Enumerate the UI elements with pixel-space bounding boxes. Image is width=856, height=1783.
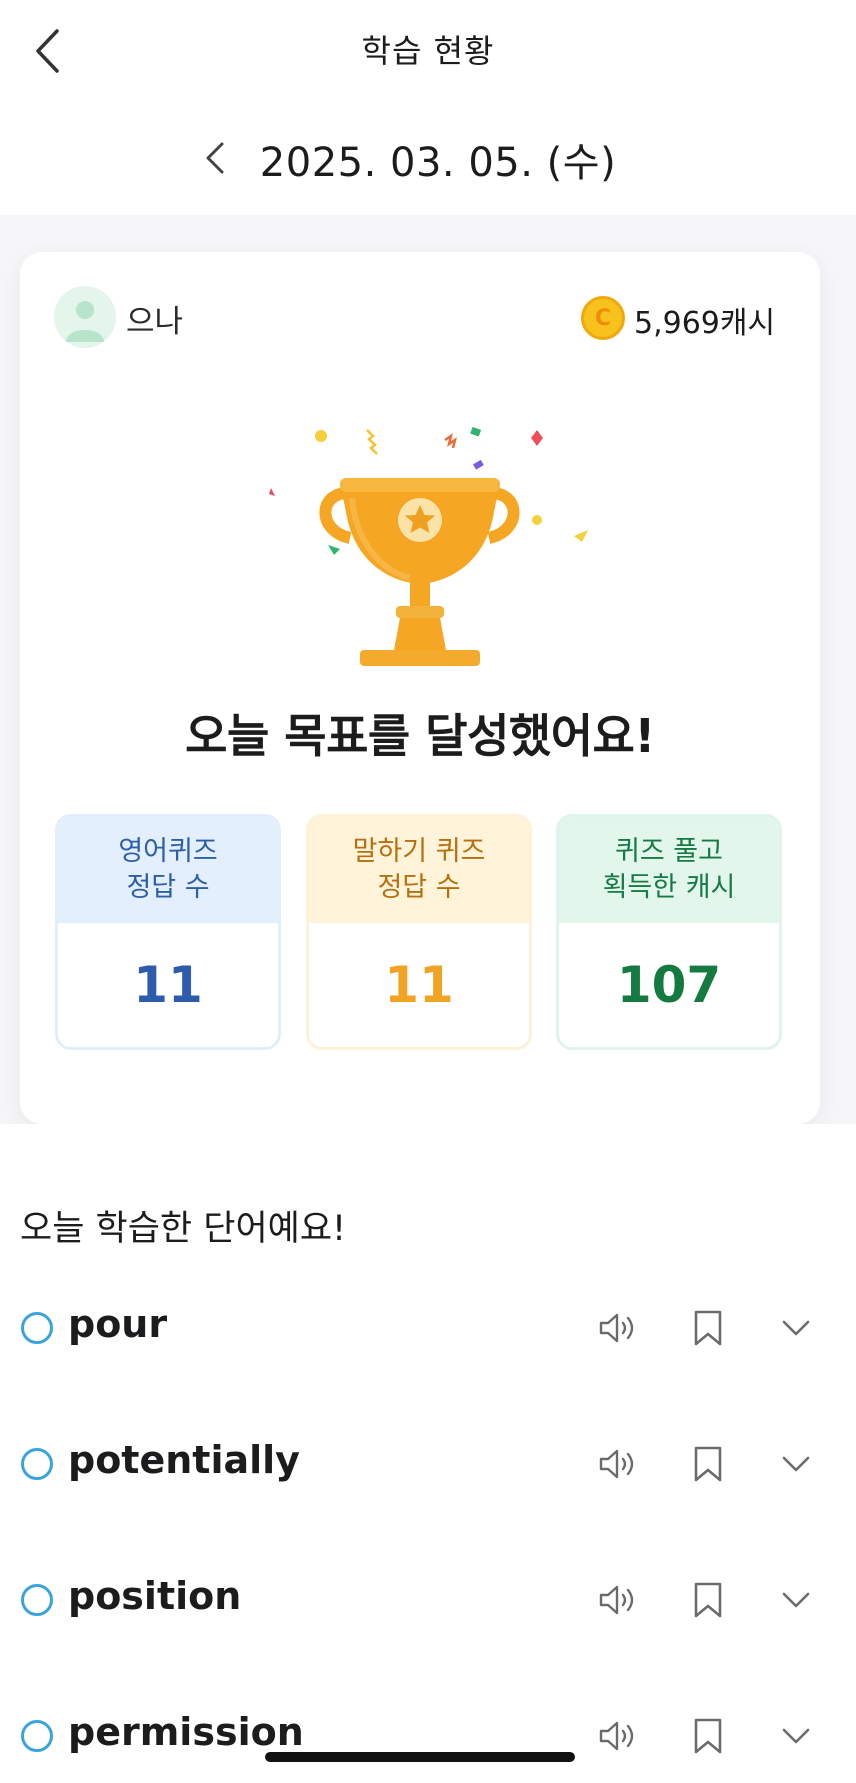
expand-button[interactable]: [774, 1306, 818, 1350]
speaker-icon: [599, 1585, 634, 1615]
header: 학습 현황 2025. 03. 05. (수): [0, 0, 856, 215]
learned-words-section: 오늘 학습한 단어예요! pour potentially position p…: [0, 1124, 856, 1783]
chevron-down-icon: [782, 1456, 810, 1472]
coin-icon: C: [581, 296, 625, 340]
word-text: permission: [68, 1710, 304, 1754]
chevron-left-icon: [206, 142, 224, 174]
word-text: potentially: [68, 1438, 300, 1482]
date-navigator: 2025. 03. 05. (수): [0, 130, 856, 186]
word-text: position: [68, 1574, 242, 1618]
home-indicator[interactable]: [265, 1752, 575, 1762]
bookmark-button[interactable]: [686, 1442, 730, 1486]
expand-button[interactable]: [774, 1714, 818, 1758]
user-avatar-icon: [66, 301, 104, 342]
trophy-icon: [240, 402, 600, 682]
english-quiz-correct-stat: 영어퀴즈 정답 수 11: [55, 814, 281, 1050]
speaker-button[interactable]: [596, 1442, 640, 1486]
section-title: 오늘 학습한 단어예요!: [20, 1209, 347, 1249]
goal-achieved-message: 오늘 목표를 달성했어요!: [185, 709, 655, 763]
quiz-cash-earned-stat: 퀴즈 풀고 획득한 캐시 107: [556, 814, 782, 1050]
cash-balance: 5,969캐시: [634, 306, 776, 341]
word-text: pour: [68, 1302, 168, 1346]
expand-button[interactable]: [774, 1578, 818, 1622]
word-checkbox[interactable]: [21, 1312, 53, 1344]
current-date: 2025. 03. 05. (수): [259, 140, 617, 186]
speaker-icon: [599, 1449, 634, 1479]
bookmark-icon: [694, 1582, 722, 1618]
stat-value: 11: [309, 923, 529, 1047]
stat-label: 퀴즈 풀고 획득한 캐시: [559, 817, 779, 923]
list-item[interactable]: position: [0, 1564, 856, 1634]
word-checkbox[interactable]: [21, 1448, 53, 1480]
speaker-button[interactable]: [596, 1306, 640, 1350]
previous-date-button[interactable]: [200, 138, 230, 178]
page-title: 학습 현황: [361, 32, 495, 70]
speaking-quiz-correct-stat: 말하기 퀴즈 정답 수 11: [306, 814, 532, 1050]
bookmark-button[interactable]: [686, 1306, 730, 1350]
list-item[interactable]: pour: [0, 1292, 856, 1362]
chevron-down-icon: [782, 1592, 810, 1608]
word-checkbox[interactable]: [21, 1720, 53, 1752]
bookmark-button[interactable]: [686, 1714, 730, 1758]
expand-button[interactable]: [774, 1442, 818, 1486]
list-item[interactable]: potentially: [0, 1428, 856, 1498]
chevron-down-icon: [782, 1320, 810, 1336]
speaker-icon: [599, 1313, 634, 1343]
speaker-button[interactable]: [596, 1714, 640, 1758]
bookmark-button[interactable]: [686, 1578, 730, 1622]
user-name: 으나: [126, 304, 184, 340]
bookmark-icon: [694, 1446, 722, 1482]
speaker-icon: [599, 1721, 634, 1751]
stat-label: 말하기 퀴즈 정답 수: [309, 817, 529, 923]
avatar[interactable]: [54, 286, 116, 348]
bookmark-icon: [694, 1310, 722, 1346]
stat-value: 11: [58, 923, 278, 1047]
word-checkbox[interactable]: [21, 1584, 53, 1616]
chevron-down-icon: [782, 1728, 810, 1744]
speaker-button[interactable]: [596, 1578, 640, 1622]
bookmark-icon: [694, 1718, 722, 1754]
daily-summary-card: 으나 C 5,969캐시 오늘 목표를 달성했어요! 영어퀴즈 정답 수 11 …: [20, 252, 820, 1124]
stat-value: 107: [559, 923, 779, 1047]
stat-label: 영어퀴즈 정답 수: [58, 817, 278, 923]
